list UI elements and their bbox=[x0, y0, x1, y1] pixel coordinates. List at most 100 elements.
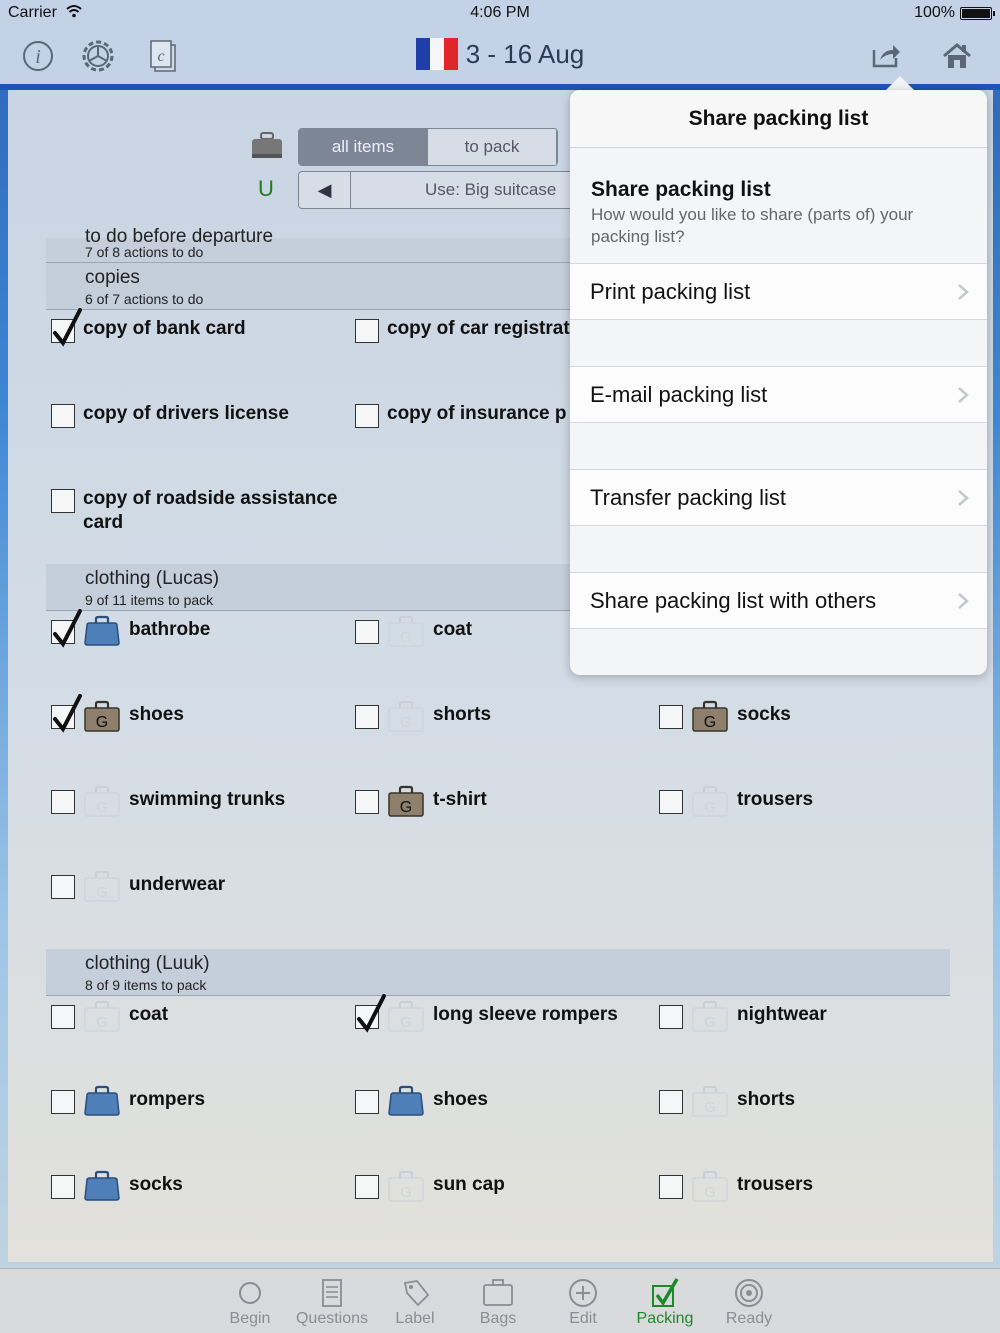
share-option-transfer-packing-list[interactable]: Transfer packing list bbox=[570, 469, 987, 526]
list-item-swimming-trunks[interactable]: Gswimming trunks bbox=[51, 785, 341, 820]
checkbox[interactable] bbox=[355, 1175, 379, 1199]
tab-questions[interactable]: Questions bbox=[291, 1277, 373, 1328]
list-item-rompers[interactable]: rompers bbox=[51, 1085, 341, 1120]
bag-placeholder-icon[interactable]: G bbox=[691, 1000, 729, 1032]
svg-text:G: G bbox=[400, 1184, 412, 1201]
checkbox[interactable] bbox=[659, 790, 683, 814]
share-icon[interactable] bbox=[866, 36, 906, 76]
list-item-coat[interactable]: Gcoat bbox=[51, 1000, 341, 1035]
share-option-print-packing-list[interactable]: Print packing list bbox=[570, 263, 987, 320]
checkbox[interactable] bbox=[355, 790, 379, 814]
list-item-t-shirt[interactable]: Gt-shirt bbox=[355, 785, 645, 820]
bag-placeholder-icon[interactable]: G bbox=[83, 785, 121, 817]
tab-label[interactable]: Label bbox=[374, 1277, 456, 1328]
target-icon bbox=[735, 1279, 763, 1307]
filter-all-items[interactable]: all items bbox=[299, 129, 428, 165]
bag-placeholder-icon[interactable]: G bbox=[83, 870, 121, 902]
bag-placeholder-icon[interactable]: G bbox=[387, 1170, 425, 1202]
list-item-copy-of-drivers-license[interactable]: copy of drivers license bbox=[51, 402, 351, 428]
checkbox-checked[interactable] bbox=[355, 994, 386, 1033]
list-item-socks[interactable]: socks bbox=[51, 1170, 341, 1205]
filter-to-pack[interactable]: to pack bbox=[428, 129, 557, 165]
previous-bag-button[interactable]: ◀ bbox=[299, 172, 351, 208]
section-count: 7 of 8 actions to do bbox=[85, 244, 204, 260]
bag-brown-icon[interactable]: G bbox=[387, 785, 425, 817]
checkbox[interactable] bbox=[659, 705, 683, 729]
checkbox-checked[interactable] bbox=[51, 308, 82, 347]
list-item-sun-cap[interactable]: Gsun cap bbox=[355, 1170, 645, 1205]
bag-placeholder-icon[interactable]: G bbox=[691, 785, 729, 817]
list-item-shorts[interactable]: Gshorts bbox=[355, 700, 645, 735]
svg-text:G: G bbox=[96, 799, 108, 816]
bag-placeholder-icon[interactable]: G bbox=[691, 1085, 729, 1117]
item-label: rompers bbox=[129, 1089, 206, 1110]
checkbox[interactable] bbox=[51, 875, 75, 899]
bag-brown-icon[interactable]: G bbox=[83, 700, 121, 732]
checkbox[interactable] bbox=[51, 1005, 75, 1029]
popover-heading: Share packing list bbox=[591, 178, 771, 201]
list-item-trousers[interactable]: Gtrousers bbox=[659, 1170, 949, 1205]
tab-label: Packing bbox=[636, 1310, 694, 1327]
checkbox[interactable] bbox=[659, 1090, 683, 1114]
checkbox[interactable] bbox=[659, 1175, 683, 1199]
list-item-copy-of-bank-card[interactable]: copy of bank card bbox=[51, 308, 351, 347]
bag-placeholder-icon[interactable]: G bbox=[83, 1000, 121, 1032]
bag-placeholder-icon[interactable]: G bbox=[387, 615, 425, 647]
tab-label: Ready bbox=[725, 1310, 773, 1327]
circle-icon bbox=[239, 1282, 261, 1304]
checkbox-checked[interactable] bbox=[51, 694, 82, 733]
share-option-e-mail-packing-list[interactable]: E-mail packing list bbox=[570, 366, 987, 423]
list-item-shoes[interactable]: shoes bbox=[355, 1085, 645, 1120]
item-label: copy of insurance p bbox=[387, 403, 567, 424]
bag-placeholder-icon[interactable]: G bbox=[691, 1170, 729, 1202]
checkbox[interactable] bbox=[355, 1090, 379, 1114]
share-option-share-packing-list-with-others[interactable]: Share packing list with others bbox=[570, 572, 987, 629]
filter-segmented-control: all items to pack bbox=[298, 128, 558, 166]
bag-brown-icon[interactable]: G bbox=[691, 700, 729, 732]
item-label: socks bbox=[737, 704, 791, 725]
clock: 4:06 PM bbox=[470, 4, 530, 21]
tab-edit[interactable]: Edit bbox=[542, 1277, 624, 1328]
list-item-copy-of-roadside-assistance-card[interactable]: copy of roadside assistance card bbox=[51, 487, 351, 535]
list-item-trousers[interactable]: Gtrousers bbox=[659, 785, 949, 820]
checkbox-icon bbox=[652, 1278, 679, 1307]
checkbox[interactable] bbox=[51, 1175, 75, 1199]
svg-text:G: G bbox=[704, 1099, 716, 1116]
current-bag-label[interactable]: Use: Big suitcase bbox=[351, 172, 587, 208]
bag-blue-icon[interactable] bbox=[83, 1170, 121, 1202]
item-label: socks bbox=[129, 1174, 183, 1195]
checkbox[interactable] bbox=[355, 404, 379, 428]
checkbox[interactable] bbox=[51, 1090, 75, 1114]
tab-packing[interactable]: Packing bbox=[624, 1277, 706, 1328]
list-item-underwear[interactable]: Gunderwear bbox=[51, 870, 341, 905]
bag-blue-icon[interactable] bbox=[83, 1085, 121, 1117]
tab-bags[interactable]: Bags bbox=[457, 1277, 539, 1328]
checkbox[interactable] bbox=[355, 620, 379, 644]
checkbox[interactable] bbox=[355, 705, 379, 729]
tab-begin[interactable]: Begin bbox=[209, 1277, 291, 1328]
tag-icon bbox=[403, 1280, 430, 1307]
checkbox-checked[interactable] bbox=[51, 609, 82, 648]
list-item-nightwear[interactable]: Gnightwear bbox=[659, 1000, 949, 1035]
list-item-long-sleeve-rompers[interactable]: Glong sleeve rompers bbox=[355, 994, 645, 1035]
tab-ready[interactable]: Ready bbox=[708, 1277, 790, 1328]
checkbox[interactable] bbox=[51, 404, 75, 428]
item-label: coat bbox=[129, 1004, 169, 1025]
home-icon[interactable] bbox=[937, 36, 977, 76]
section-header-clothing-luuk[interactable]: clothing (Luuk) 8 of 9 items to pack bbox=[46, 949, 950, 996]
list-item-socks[interactable]: Gsocks bbox=[659, 700, 949, 735]
list-item-shoes[interactable]: Gshoes bbox=[51, 694, 341, 735]
checkbox[interactable] bbox=[51, 489, 75, 513]
checkbox[interactable] bbox=[51, 790, 75, 814]
item-label: swimming trunks bbox=[129, 789, 286, 810]
list-item-shorts[interactable]: Gshorts bbox=[659, 1085, 949, 1120]
checkbox[interactable] bbox=[355, 319, 379, 343]
svg-text:G: G bbox=[400, 629, 412, 646]
bag-blue-icon[interactable] bbox=[83, 615, 121, 647]
tab-label: Edit bbox=[569, 1310, 597, 1327]
bag-blue-icon[interactable] bbox=[387, 1085, 425, 1117]
bag-placeholder-icon[interactable]: G bbox=[387, 1000, 425, 1032]
bag-placeholder-icon[interactable]: G bbox=[387, 700, 425, 732]
checkbox[interactable] bbox=[659, 1005, 683, 1029]
list-item-bathrobe[interactable]: bathrobe bbox=[51, 609, 341, 650]
